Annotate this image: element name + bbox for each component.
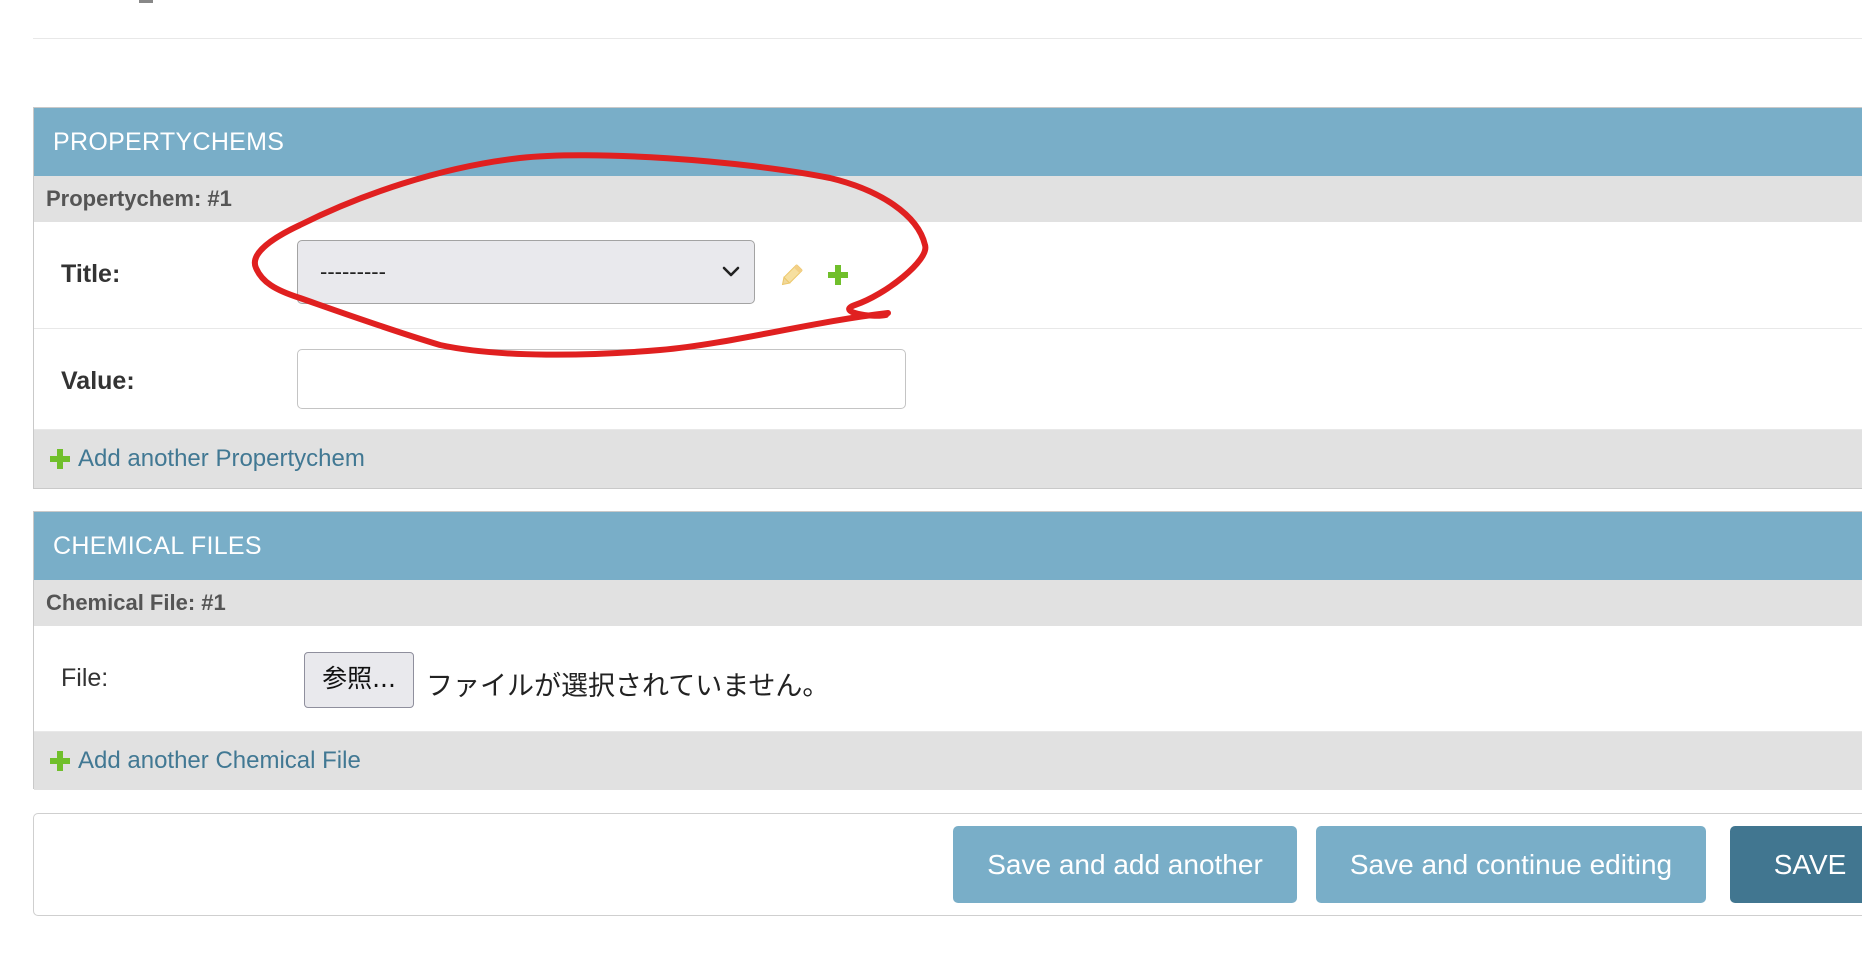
browse-button[interactable]: 参照... (304, 652, 414, 708)
title-select-value: --------- (320, 259, 386, 284)
title-select[interactable]: --------- (297, 240, 755, 304)
file-label: File: (61, 664, 109, 692)
chemical-file-inline-label: Chemical File: #1 (34, 580, 1862, 626)
file-row: File: 参照... ファイルが選択されていません。 (34, 626, 1862, 732)
propertychems-header: PROPERTYCHEMS (34, 108, 1862, 176)
add-another-propertychem-link[interactable]: Add another Propertychem (78, 445, 365, 473)
title-label: Title: (61, 260, 121, 288)
plus-icon (50, 751, 70, 771)
value-row: Value: (34, 329, 1862, 430)
pencil-icon[interactable] (777, 262, 805, 290)
save-and-add-another-button[interactable]: Save and add another (953, 826, 1297, 903)
title-row: Title: --------- (34, 222, 1862, 329)
file-status-text: ファイルが選択されていません。 (426, 671, 830, 702)
chemical-files-inline: CHEMICAL FILES Chemical File: #1 File: 参… (33, 511, 1862, 790)
value-input[interactable] (297, 349, 906, 409)
top-divider (33, 38, 1862, 39)
save-and-continue-button[interactable]: Save and continue editing (1316, 826, 1706, 903)
add-propertychem-row: Add another Propertychem (34, 430, 1862, 488)
submit-row: Save and add another Save and continue e… (33, 813, 1862, 916)
add-chemical-file-row: Add another Chemical File (34, 732, 1862, 790)
add-another-chemical-file-link[interactable]: Add another Chemical File (78, 747, 361, 775)
propertychems-inline: PROPERTYCHEMS Propertychem: #1 Title: --… (33, 107, 1862, 489)
plus-icon[interactable] (826, 263, 850, 287)
chemical-files-header: CHEMICAL FILES (34, 512, 1862, 580)
propertychem-inline-label: Propertychem: #1 (34, 176, 1862, 222)
chevron-down-icon (722, 266, 740, 277)
value-label: Value: (61, 367, 135, 395)
save-button[interactable]: SAVE (1730, 826, 1862, 903)
top-remnant-mark (139, 0, 153, 3)
plus-icon (50, 449, 70, 469)
